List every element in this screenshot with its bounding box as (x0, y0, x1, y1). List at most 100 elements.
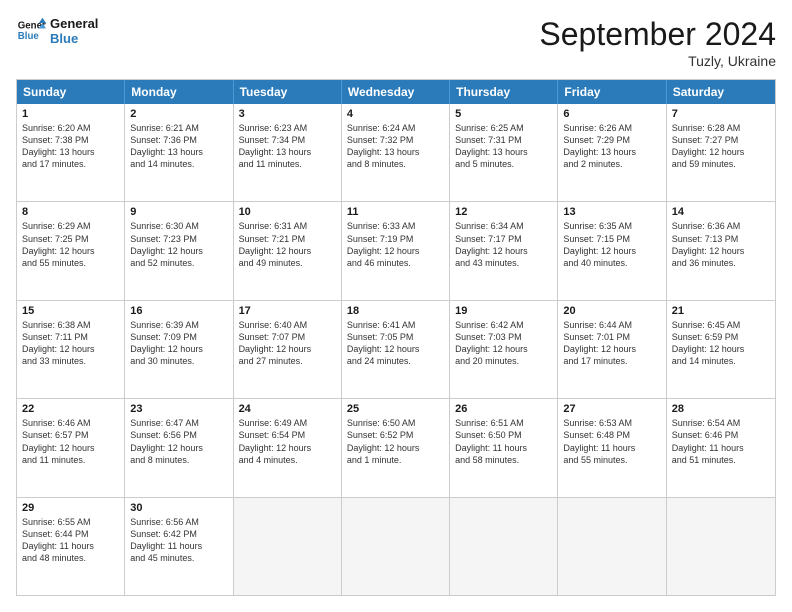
day-cell-17: 17Sunrise: 6:40 AM Sunset: 7:07 PM Dayli… (234, 301, 342, 398)
day-number: 26 (455, 403, 552, 415)
day-info: Sunrise: 6:40 AM Sunset: 7:07 PM Dayligh… (239, 319, 336, 368)
day-cell-3: 3 Sunrise: 6:23 AM Sunset: 7:34 PM Daylig… (234, 104, 342, 201)
day-info: Sunrise: 6:44 AM Sunset: 7:01 PM Dayligh… (563, 319, 660, 368)
day-number: 1 (22, 108, 119, 120)
day-number: 18 (347, 305, 444, 317)
day-info: Sunrise: 6:53 AM Sunset: 6:48 PM Dayligh… (563, 417, 660, 466)
day-cell-6: 6 Sunrise: 6:26 AM Sunset: 7:29 PM Daylig… (558, 104, 666, 201)
day-cell-25: 25 Sunrise: 6:50 AM Sunset: 6:52 PM Dayli… (342, 399, 450, 496)
day-info: Sunrise: 6:42 AM Sunset: 7:03 PM Dayligh… (455, 319, 552, 368)
day-cell-1: 1 Sunrise: 6:20 AM Sunset: 7:38 PM Daylig… (17, 104, 125, 201)
day-info: Sunrise: 6:46 AM Sunset: 6:57 PM Dayligh… (22, 417, 119, 466)
week-row-4: 22 Sunrise: 6:46 AM Sunset: 6:57 PM Dayli… (17, 399, 775, 497)
day-number: 19 (455, 305, 552, 317)
day-info: Sunrise: 6:28 AM Sunset: 7:27 PM Dayligh… (672, 122, 770, 171)
day-number: 27 (563, 403, 660, 415)
header-day-wednesday: Wednesday (342, 80, 450, 104)
day-number: 12 (455, 206, 552, 218)
week-row-1: 1 Sunrise: 6:20 AM Sunset: 7:38 PM Daylig… (17, 104, 775, 202)
day-info: Sunrise: 6:26 AM Sunset: 7:29 PM Dayligh… (563, 122, 660, 171)
day-number: 2 (130, 108, 227, 120)
week-row-5: 29 Sunrise: 6:55 AM Sunset: 6:44 PM Dayli… (17, 498, 775, 595)
day-info: Sunrise: 6:50 AM Sunset: 6:52 PM Dayligh… (347, 417, 444, 466)
day-number: 5 (455, 108, 552, 120)
week-row-2: 8Sunrise: 6:29 AM Sunset: 7:25 PM Daylig… (17, 202, 775, 300)
empty-cell (667, 498, 775, 595)
logo: General Blue General Blue (16, 16, 98, 46)
day-info: Sunrise: 6:25 AM Sunset: 7:31 PM Dayligh… (455, 122, 552, 171)
day-info: Sunrise: 6:51 AM Sunset: 6:50 PM Dayligh… (455, 417, 552, 466)
header-day-saturday: Saturday (667, 80, 775, 104)
day-cell-24: 24Sunrise: 6:49 AM Sunset: 6:54 PM Dayli… (234, 399, 342, 496)
day-number: 22 (22, 403, 119, 415)
day-number: 9 (130, 206, 227, 218)
day-number: 20 (563, 305, 660, 317)
day-info: Sunrise: 6:55 AM Sunset: 6:44 PM Dayligh… (22, 516, 119, 565)
header-day-friday: Friday (558, 80, 666, 104)
day-cell-28: 28 Sunrise: 6:54 AM Sunset: 6:46 PM Dayli… (667, 399, 775, 496)
empty-cell (558, 498, 666, 595)
day-number: 14 (672, 206, 770, 218)
day-number: 16 (130, 305, 227, 317)
day-info: Sunrise: 6:31 AM Sunset: 7:21 PM Dayligh… (239, 220, 336, 269)
header-day-monday: Monday (125, 80, 233, 104)
empty-cell (234, 498, 342, 595)
day-number: 29 (22, 502, 119, 514)
day-cell-9: 9Sunrise: 6:30 AM Sunset: 7:23 PM Daylig… (125, 202, 233, 299)
day-cell-4: 4Sunrise: 6:24 AM Sunset: 7:32 PM Daylig… (342, 104, 450, 201)
day-cell-27: 27 Sunrise: 6:53 AM Sunset: 6:48 PM Dayli… (558, 399, 666, 496)
day-cell-20: 20 Sunrise: 6:44 AM Sunset: 7:01 PM Dayli… (558, 301, 666, 398)
day-cell-12: 12 Sunrise: 6:34 AM Sunset: 7:17 PM Dayli… (450, 202, 558, 299)
day-cell-2: 2Sunrise: 6:21 AM Sunset: 7:36 PM Daylig… (125, 104, 233, 201)
day-cell-15: 15 Sunrise: 6:38 AM Sunset: 7:11 PM Dayli… (17, 301, 125, 398)
calendar: SundayMondayTuesdayWednesdayThursdayFrid… (16, 79, 776, 596)
header-day-sunday: Sunday (17, 80, 125, 104)
day-info: Sunrise: 6:47 AM Sunset: 6:56 PM Dayligh… (130, 417, 227, 466)
day-number: 21 (672, 305, 770, 317)
logo-line1: General (50, 16, 98, 31)
day-cell-14: 14 Sunrise: 6:36 AM Sunset: 7:13 PM Dayli… (667, 202, 775, 299)
calendar-header: SundayMondayTuesdayWednesdayThursdayFrid… (17, 80, 775, 104)
day-info: Sunrise: 6:45 AM Sunset: 6:59 PM Dayligh… (672, 319, 770, 368)
day-number: 23 (130, 403, 227, 415)
day-number: 28 (672, 403, 770, 415)
day-info: Sunrise: 6:20 AM Sunset: 7:38 PM Dayligh… (22, 122, 119, 171)
day-info: Sunrise: 6:36 AM Sunset: 7:13 PM Dayligh… (672, 220, 770, 269)
day-cell-16: 16 Sunrise: 6:39 AM Sunset: 7:09 PM Dayli… (125, 301, 233, 398)
svg-text:Blue: Blue (18, 31, 40, 42)
day-cell-19: 19 Sunrise: 6:42 AM Sunset: 7:03 PM Dayli… (450, 301, 558, 398)
empty-cell (450, 498, 558, 595)
empty-cell (342, 498, 450, 595)
day-number: 15 (22, 305, 119, 317)
day-cell-13: 13Sunrise: 6:35 AM Sunset: 7:15 PM Dayli… (558, 202, 666, 299)
day-number: 30 (130, 502, 227, 514)
day-info: Sunrise: 6:34 AM Sunset: 7:17 PM Dayligh… (455, 220, 552, 269)
day-info: Sunrise: 6:35 AM Sunset: 7:15 PM Dayligh… (563, 220, 660, 269)
day-cell-8: 8Sunrise: 6:29 AM Sunset: 7:25 PM Daylig… (17, 202, 125, 299)
header-day-thursday: Thursday (450, 80, 558, 104)
day-cell-30: 30 Sunrise: 6:56 AM Sunset: 6:42 PM Dayli… (125, 498, 233, 595)
day-info: Sunrise: 6:29 AM Sunset: 7:25 PM Dayligh… (22, 220, 119, 269)
day-info: Sunrise: 6:49 AM Sunset: 6:54 PM Dayligh… (239, 417, 336, 466)
day-info: Sunrise: 6:23 AM Sunset: 7:34 PM Dayligh… (239, 122, 336, 171)
title-block: September 2024 Tuzly, Ukraine (539, 16, 776, 69)
day-number: 10 (239, 206, 336, 218)
day-cell-21: 21 Sunrise: 6:45 AM Sunset: 6:59 PM Dayli… (667, 301, 775, 398)
day-info: Sunrise: 6:24 AM Sunset: 7:32 PM Dayligh… (347, 122, 444, 171)
day-info: Sunrise: 6:56 AM Sunset: 6:42 PM Dayligh… (130, 516, 227, 565)
day-cell-22: 22 Sunrise: 6:46 AM Sunset: 6:57 PM Dayli… (17, 399, 125, 496)
day-info: Sunrise: 6:41 AM Sunset: 7:05 PM Dayligh… (347, 319, 444, 368)
day-number: 6 (563, 108, 660, 120)
day-info: Sunrise: 6:54 AM Sunset: 6:46 PM Dayligh… (672, 417, 770, 466)
day-cell-18: 18 Sunrise: 6:41 AM Sunset: 7:05 PM Dayli… (342, 301, 450, 398)
week-row-3: 15 Sunrise: 6:38 AM Sunset: 7:11 PM Dayli… (17, 301, 775, 399)
day-cell-7: 7Sunrise: 6:28 AM Sunset: 7:27 PM Daylig… (667, 104, 775, 201)
day-number: 3 (239, 108, 336, 120)
location: Tuzly, Ukraine (539, 53, 776, 69)
day-number: 25 (347, 403, 444, 415)
day-info: Sunrise: 6:38 AM Sunset: 7:11 PM Dayligh… (22, 319, 119, 368)
day-info: Sunrise: 6:39 AM Sunset: 7:09 PM Dayligh… (130, 319, 227, 368)
day-cell-5: 5 Sunrise: 6:25 AM Sunset: 7:31 PM Daylig… (450, 104, 558, 201)
calendar-body: 1 Sunrise: 6:20 AM Sunset: 7:38 PM Daylig… (17, 104, 775, 595)
day-number: 11 (347, 206, 444, 218)
